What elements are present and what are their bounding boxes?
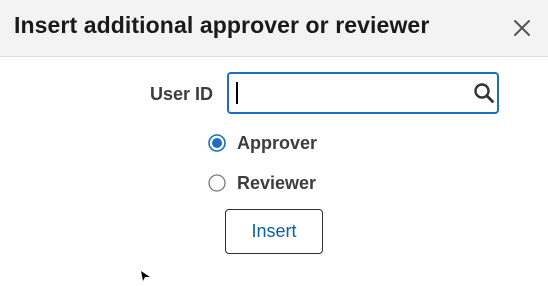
user-id-field[interactable] xyxy=(227,72,499,114)
dialog-title: Insert additional approver or reviewer xyxy=(14,12,430,38)
user-id-label: User ID xyxy=(149,84,213,104)
text-caret xyxy=(236,82,238,104)
user-id-input[interactable] xyxy=(233,78,471,108)
radio-unselected-icon[interactable] xyxy=(208,174,226,192)
mouse-pointer-icon xyxy=(141,268,151,281)
radio-approver[interactable]: Approver xyxy=(208,131,317,155)
radio-selected-icon[interactable] xyxy=(208,134,226,152)
radio-reviewer[interactable]: Reviewer xyxy=(208,171,316,195)
close-icon[interactable] xyxy=(508,14,536,42)
radio-reviewer-label: Reviewer xyxy=(237,172,317,193)
search-icon[interactable] xyxy=(473,82,495,104)
dialog-header: Insert additional approver or reviewer xyxy=(0,0,548,57)
radio-approver-label: Approver xyxy=(237,132,318,153)
insert-button[interactable]: Insert xyxy=(225,209,323,254)
